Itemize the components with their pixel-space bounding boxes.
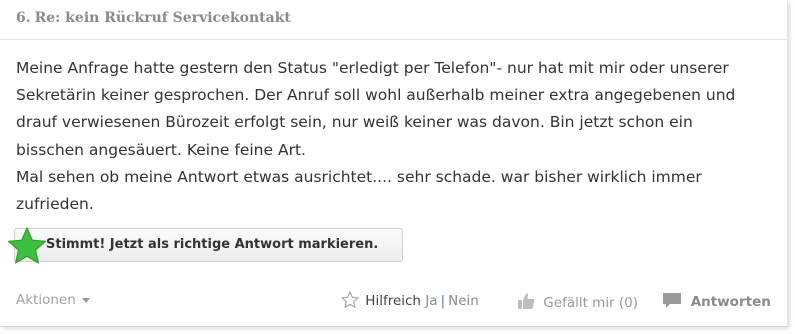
accept-solution-label: Stimmt! Jetzt als richtige Antwort marki… <box>46 237 379 252</box>
caret-down-icon <box>81 297 90 303</box>
post-number: 6. <box>16 10 31 26</box>
star-outline-icon <box>341 291 359 308</box>
body-line: Sekretärin keiner gesprochen. Der Anruf … <box>16 86 736 105</box>
body-line: drauf verwiesenen Bürozeit erfolgt sein,… <box>16 113 693 132</box>
post-body: Meine Anfrage hatte gestern den Status "… <box>16 55 776 218</box>
like-button[interactable]: Gefällt mir (0) <box>516 291 638 311</box>
post-footer: Aktionen Hilfreich Ja | Nein Gefällt mir (… <box>0 286 788 316</box>
accept-solution-button[interactable]: Stimmt! Jetzt als richtige Antwort marki… <box>7 227 403 264</box>
star-icon <box>7 227 47 264</box>
actions-label: Aktionen <box>16 292 76 308</box>
actions-dropdown[interactable]: Aktionen <box>16 292 90 308</box>
header-divider <box>0 39 788 40</box>
helpful-vote: Hilfreich Ja | Nein <box>341 291 479 309</box>
thumbs-up-icon <box>518 293 535 309</box>
reply-button[interactable]: Antworten <box>661 291 771 311</box>
helpful-yes-link[interactable]: Ja <box>425 293 437 309</box>
post-header: 6. Re: kein Rückruf Servicekontakt <box>16 10 291 26</box>
body-line: bisschen angesäuert. Keine feine Art. <box>16 140 306 159</box>
helpful-no-link[interactable]: Nein <box>448 293 479 309</box>
reply-label: Antworten <box>690 294 771 310</box>
body-line: zufrieden. <box>16 195 94 214</box>
post-title[interactable]: Re: kein Rückruf Servicekontakt <box>35 10 291 26</box>
speech-bubble-icon <box>663 293 681 308</box>
helpful-separator: | <box>440 293 446 309</box>
helpful-label: Hilfreich <box>365 293 421 309</box>
post-card: 6. Re: kein Rückruf Servicekontakt Meine … <box>0 0 788 327</box>
like-label: Gefällt mir (0) <box>543 295 639 311</box>
body-line: Meine Anfrage hatte gestern den Status "… <box>16 59 729 77</box>
body-line: Mal sehen ob meine Antwort etwas ausrich… <box>16 167 702 186</box>
